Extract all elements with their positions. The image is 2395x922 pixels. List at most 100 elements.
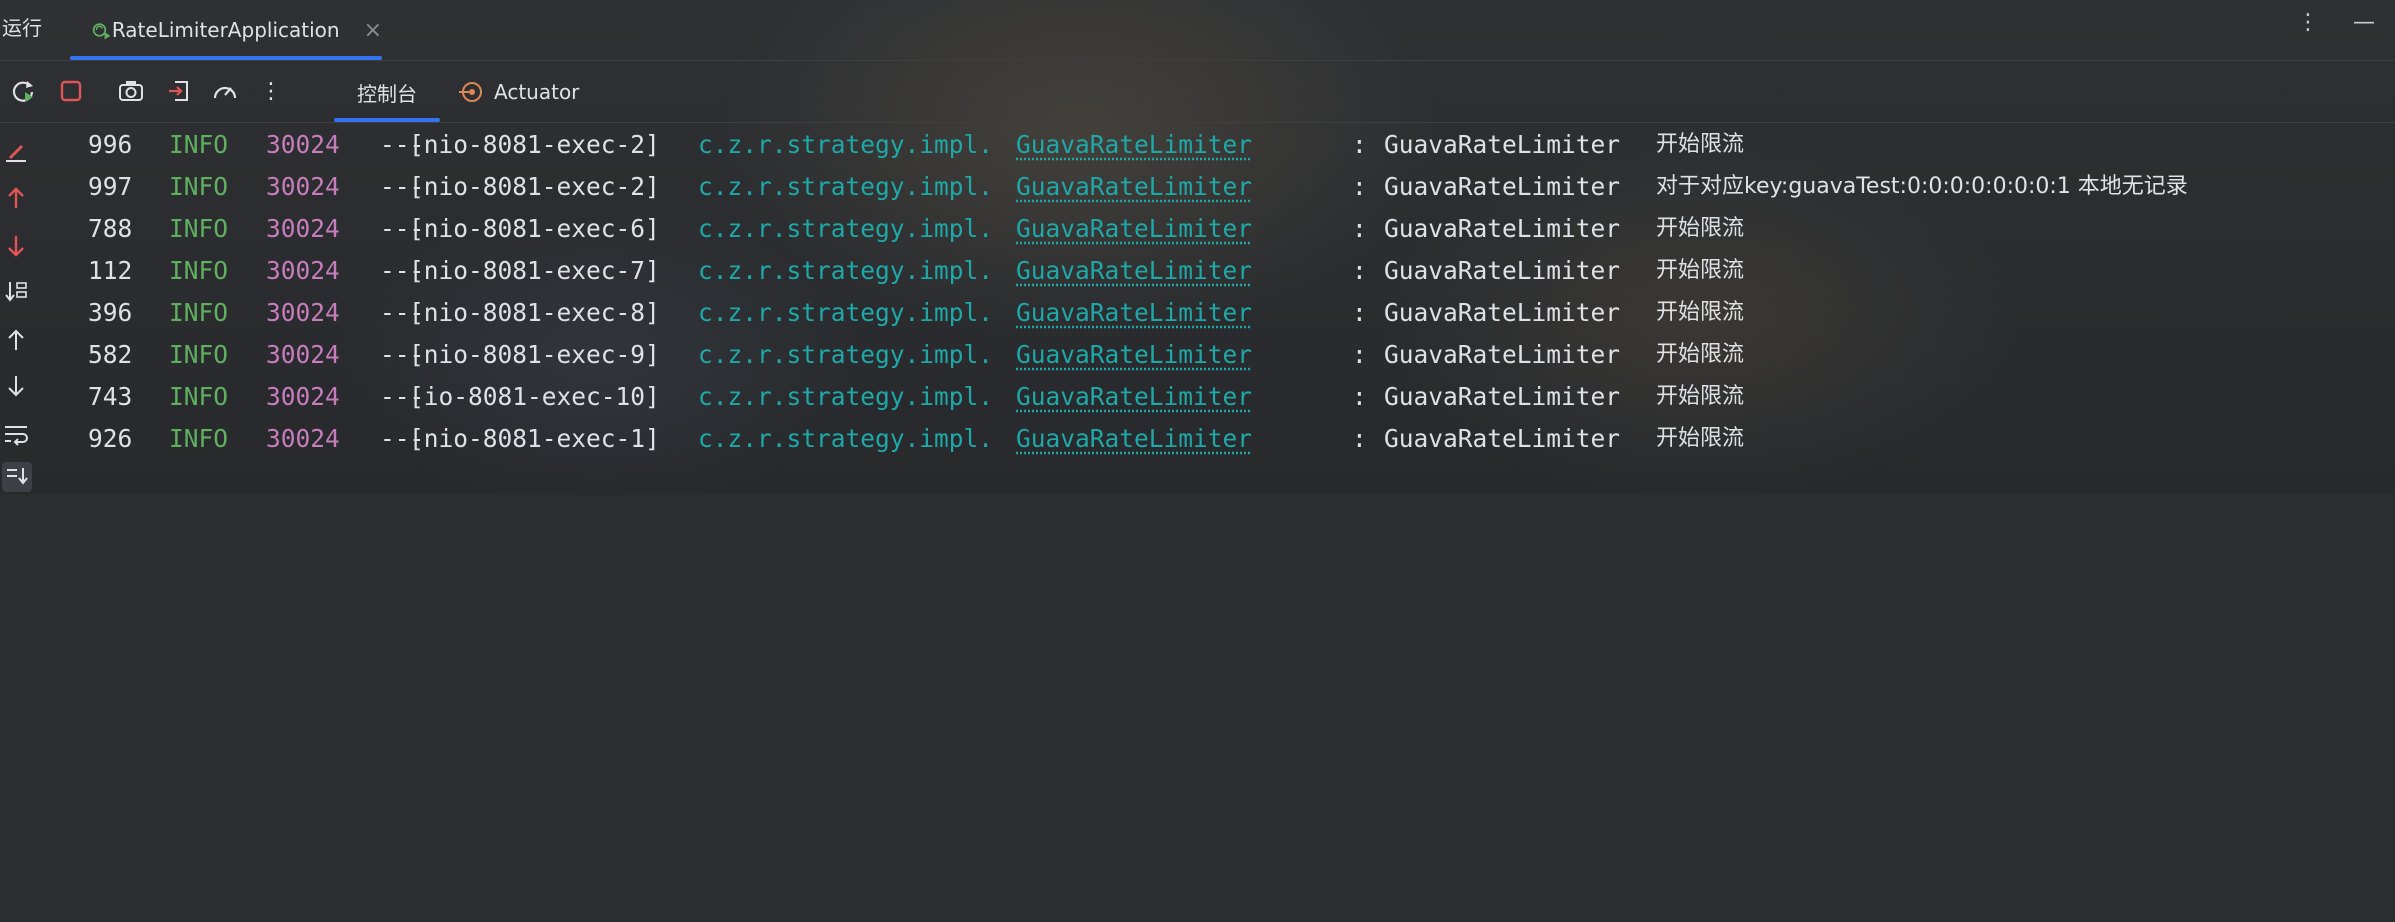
log-colon: : [1352, 166, 1367, 208]
log-level: INFO [169, 166, 228, 208]
log-message: GuavaRateLimiter [1384, 166, 1620, 208]
log-message-text: 开始限流 [1656, 208, 1744, 250]
log-pid: 30024 [266, 418, 340, 460]
log-logger-class-link[interactable]: GuavaRateLimiter [1016, 376, 1252, 418]
log-line-number: 996 [88, 124, 132, 166]
soft-wrap-icon[interactable] [2, 420, 30, 448]
log-logger-class-link[interactable]: GuavaRateLimiter [1016, 292, 1252, 334]
log-pid: 30024 [266, 124, 340, 166]
tab-actuator[interactable]: Actuator [458, 62, 579, 122]
log-line: 996 INFO 30024 --- [nio-8081-exec-2] c.z… [34, 124, 2395, 166]
log-message-text: 开始限流 [1656, 250, 1744, 292]
clear-console-icon[interactable] [2, 138, 30, 166]
close-icon[interactable]: × [364, 18, 382, 43]
log-line-number: 926 [88, 418, 132, 460]
log-level: INFO [169, 208, 228, 250]
log-logger-class-link[interactable]: GuavaRateLimiter [1016, 124, 1252, 166]
tab-label: RateLimiterApplication [112, 18, 340, 42]
log-message: GuavaRateLimiter [1384, 292, 1620, 334]
log-logger-package: c.z.r.strategy.impl. [698, 124, 993, 166]
log-line-number: 997 [88, 166, 132, 208]
log-message: GuavaRateLimiter [1384, 124, 1620, 166]
log-logger-class-link[interactable]: GuavaRateLimiter [1016, 208, 1252, 250]
log-logger-package: c.z.r.strategy.impl. [698, 334, 993, 376]
down-arrow-icon[interactable] [2, 372, 30, 400]
log-colon: : [1352, 418, 1367, 460]
actuator-icon [458, 79, 484, 105]
stop-icon[interactable] [56, 76, 86, 106]
log-logger-package: c.z.r.strategy.impl. [698, 208, 993, 250]
log-logger-class-link[interactable]: GuavaRateLimiter [1016, 250, 1252, 292]
log-line: 788 INFO 30024 --- [nio-8081-exec-6] c.z… [34, 208, 2395, 250]
scroll-to-bottom-toggle-icon[interactable] [2, 462, 32, 492]
minimize-icon[interactable]: — [2353, 10, 2375, 35]
tab-actuator-label: Actuator [494, 80, 579, 104]
log-message-text: 开始限流 [1656, 334, 1744, 376]
exit-icon[interactable] [164, 76, 194, 106]
log-thread: [nio-8081-exec-9] [409, 334, 660, 376]
log-logger-class-link[interactable]: GuavaRateLimiter [1016, 166, 1252, 208]
active-tab-indicator [70, 56, 382, 60]
log-colon: : [1352, 334, 1367, 376]
console-side-toolbar [0, 124, 34, 494]
next-error-icon[interactable] [2, 232, 30, 260]
run-tool-window-header: 运行 RateLimiterApplication × ⋮ — [0, 0, 2395, 61]
log-level: INFO [169, 334, 228, 376]
log-pid: 30024 [266, 250, 340, 292]
log-line: 997 INFO 30024 --- [nio-8081-exec-2] c.z… [34, 166, 2395, 208]
log-thread: [nio-8081-exec-2] [409, 166, 660, 208]
log-logger-class-link[interactable]: GuavaRateLimiter [1016, 418, 1252, 460]
more-options-icon[interactable]: ⋮ [2297, 10, 2319, 35]
log-message: GuavaRateLimiter [1384, 418, 1620, 460]
log-line-number: 112 [88, 250, 132, 292]
gauge-icon[interactable] [210, 76, 240, 106]
log-pid: 30024 [266, 376, 340, 418]
log-line-number: 788 [88, 208, 132, 250]
log-message-text: 开始限流 [1656, 292, 1744, 334]
log-logger-package: c.z.r.strategy.impl. [698, 418, 993, 460]
log-thread: [nio-8081-exec-2] [409, 124, 660, 166]
log-level: INFO [169, 376, 228, 418]
log-line-number: 743 [88, 376, 132, 418]
console-output[interactable]: 996 INFO 30024 --- [nio-8081-exec-2] c.z… [34, 124, 2395, 460]
log-message: GuavaRateLimiter [1384, 208, 1620, 250]
log-logger-package: c.z.r.strategy.impl. [698, 250, 993, 292]
log-message-text: 开始限流 [1656, 124, 1744, 166]
log-logger-class-link[interactable]: GuavaRateLimiter [1016, 334, 1252, 376]
log-colon: : [1352, 376, 1367, 418]
log-line-number: 396 [88, 292, 132, 334]
log-level: INFO [169, 418, 228, 460]
log-colon: : [1352, 250, 1367, 292]
log-message: GuavaRateLimiter [1384, 376, 1620, 418]
log-level: INFO [169, 124, 228, 166]
log-colon: : [1352, 124, 1367, 166]
log-pid: 30024 [266, 292, 340, 334]
spring-run-icon [90, 15, 112, 45]
tab-console[interactable]: 控制台 [334, 62, 440, 122]
log-pid: 30024 [266, 166, 340, 208]
more-actions-icon[interactable]: ⋮ [256, 76, 286, 106]
log-logger-package: c.z.r.strategy.impl. [698, 292, 993, 334]
log-thread: [nio-8081-exec-8] [409, 292, 660, 334]
log-message-text: 开始限流 [1656, 418, 1744, 460]
log-colon: : [1352, 208, 1367, 250]
log-line: 582 INFO 30024 --- [nio-8081-exec-9] c.z… [34, 334, 2395, 376]
rerun-icon[interactable] [8, 76, 38, 106]
scroll-to-end-icon[interactable] [2, 278, 30, 306]
log-thread: [nio-8081-exec-6] [409, 208, 660, 250]
tab-console-label: 控制台 [357, 78, 417, 107]
previous-error-icon[interactable] [2, 184, 30, 212]
log-thread: [nio-8081-exec-7] [409, 250, 660, 292]
log-line-number: 582 [88, 334, 132, 376]
up-arrow-icon[interactable] [2, 326, 30, 354]
active-tab-indicator [334, 118, 440, 122]
log-level: INFO [169, 292, 228, 334]
log-thread: [io-8081-exec-10] [409, 376, 660, 418]
log-pid: 30024 [266, 334, 340, 376]
log-message-text: 对于对应key:guavaTest:0:0:0:0:0:0:0:1 本地无记录 [1656, 166, 2188, 208]
camera-icon[interactable] [116, 76, 146, 106]
run-title: 运行 [2, 12, 42, 41]
tab-rate-limiter-application[interactable]: RateLimiterApplication × [70, 0, 382, 60]
log-logger-package: c.z.r.strategy.impl. [698, 166, 993, 208]
log-colon: : [1352, 292, 1367, 334]
